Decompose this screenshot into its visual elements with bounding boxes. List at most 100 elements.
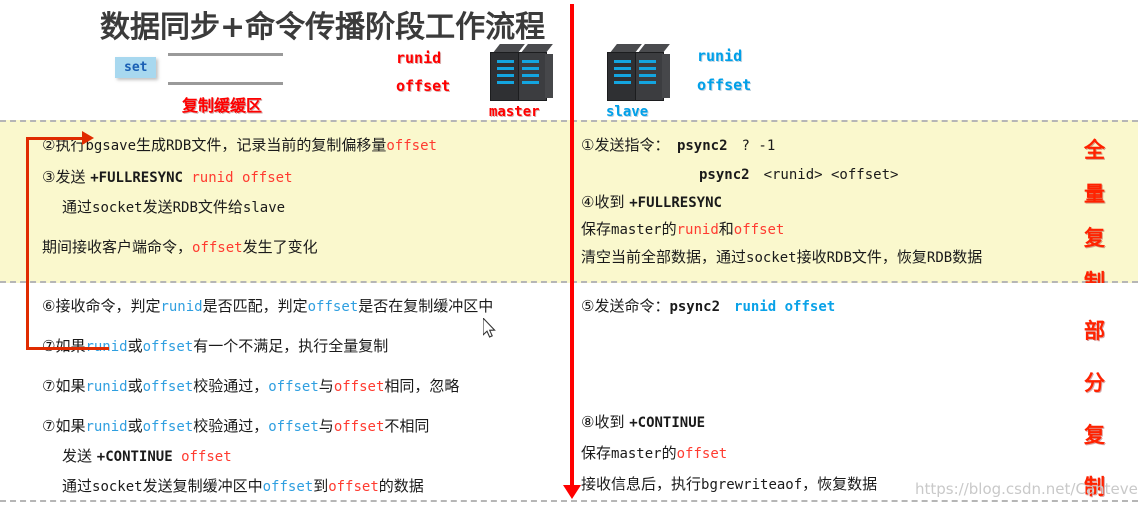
text-segment: 接收 — [796, 248, 827, 266]
text-segment: offset — [142, 379, 194, 395]
text-segment: runid — [85, 379, 128, 395]
set-command-badge: set — [115, 57, 157, 78]
text-segment: offset — [676, 446, 728, 462]
text-segment: socket — [92, 200, 143, 216]
diagram-canvas: 数据同步+命令传播阶段工作流程 set 复制缓缓区 master runid o… — [0, 0, 1138, 507]
text-segment: offset — [181, 449, 232, 465]
text-segment: 的 — [661, 220, 677, 238]
text-segment: socket — [92, 479, 143, 495]
text-segment: offset — [192, 240, 243, 256]
text-segment: ③发送 — [42, 168, 91, 186]
text-segment: 是否匹配，判定 — [202, 297, 308, 315]
text-segment: ⑦如果 — [42, 337, 86, 355]
full-replication-slave-column: ①发送指令： psync2 ? -1 psync2 <runid> <offse… — [569, 122, 1138, 281]
text-segment: offset — [307, 299, 359, 315]
text-segment: master — [611, 446, 662, 462]
text-segment: 校验通过， — [193, 417, 269, 435]
text-segment: 或 — [127, 377, 143, 395]
side-label-char: 复 — [1084, 226, 1105, 250]
text-segment: +CONTINUE — [96, 449, 182, 465]
text-segment: runid offset — [720, 299, 836, 315]
left-feedback-arrow-vertical — [26, 137, 29, 350]
master-runid-label: runid — [396, 49, 442, 67]
partial-right-line-3: 保存master的offset — [581, 444, 728, 462]
partial-left-line-5: 发送 +CONTINUE offset — [62, 449, 232, 465]
partial-replication-master-column: ⑥接收命令，判定runid是否匹配，判定offset是否在复制缓冲区中 ⑦如果r… — [0, 283, 569, 500]
partial-replication-side-label: 部 分 复 制 — [1084, 315, 1105, 501]
partial-replication-slave-column: ⑤发送命令：psync2 runid offset ⑧收到 +CONTINUE … — [569, 283, 1138, 500]
master-offset-label: offset — [396, 77, 451, 95]
side-label-char: 分 — [1084, 371, 1105, 395]
text-segment: <runid> <offset> — [749, 167, 899, 183]
text-segment: 接收信息后，执行 — [581, 475, 702, 493]
text-segment: 清空当前全部数据，通过 — [581, 248, 747, 266]
text-segment: 的数据 — [378, 477, 424, 495]
text-segment: offset — [268, 419, 319, 435]
text-segment: master — [611, 222, 662, 238]
text-segment: 发送复制缓冲区中 — [142, 477, 263, 495]
full-left-line-3: 通过socket发送RDB文件给slave — [62, 198, 285, 216]
text-segment: 通过 — [62, 198, 93, 216]
text-segment: 保存 — [581, 444, 612, 462]
left-feedback-arrow-top — [26, 137, 84, 140]
center-divider-arrow-head — [563, 485, 581, 499]
partial-right-line-4: 接收信息后，执行bgrewriteaof，恢复数据 — [581, 475, 878, 493]
text-segment: 校验通过， — [193, 377, 269, 395]
partial-replication-section: ⑥接收命令，判定runid是否匹配，判定offset是否在复制缓冲区中 ⑦如果r… — [0, 283, 1138, 502]
full-left-line-2: ③发送 +FULLRESYNC runid offset — [42, 168, 293, 186]
text-segment: ? -1 — [727, 138, 776, 154]
text-segment: offset — [386, 138, 437, 154]
text-segment: +FULLRESYNC — [90, 170, 192, 186]
replication-buffer-label: 复制缓缓区 — [182, 96, 263, 115]
slave-offset-label: offset — [697, 76, 752, 94]
text-segment: 的 — [661, 444, 677, 462]
partial-right-line-1: ⑤发送命令：psync2 runid offset — [581, 299, 836, 315]
text-segment: 发生了变化 — [242, 238, 318, 256]
text-segment: bgrewriteaof — [701, 477, 803, 493]
master-server-icon — [487, 42, 553, 108]
text-segment: RDB — [166, 138, 192, 154]
text-segment: runid — [160, 299, 203, 315]
text-segment: offset — [262, 479, 314, 495]
text-segment: ⑦如果 — [42, 417, 86, 435]
text-segment: 文件，恢复 — [851, 248, 927, 266]
page-title: 数据同步+命令传播阶段工作流程 — [100, 10, 546, 45]
text-segment: runid offset — [191, 170, 293, 186]
partial-left-line-3: ⑦如果runid或offset校验通过，offset与offset相同，忽略 — [42, 377, 460, 395]
text-segment: offset — [733, 222, 785, 238]
text-segment: 文件给 — [197, 198, 243, 216]
text-segment: 相同，忽略 — [384, 377, 460, 395]
text-segment: 生成 — [136, 136, 167, 154]
side-label-char: 复 — [1084, 423, 1105, 447]
text-segment: +FULLRESYNC — [629, 195, 722, 211]
text-segment: offset — [328, 479, 379, 495]
side-label-char: 全 — [1084, 138, 1105, 162]
text-segment: 文件，记录当前的复制偏移量 — [191, 136, 387, 154]
text-segment: 和 — [718, 220, 734, 238]
text-segment: runid — [85, 419, 128, 435]
text-segment: psync2 — [699, 167, 750, 183]
text-segment: runid — [676, 222, 719, 238]
left-feedback-arrow-bottom — [26, 347, 109, 350]
side-label-char: 部 — [1084, 319, 1105, 343]
text-segment: offset — [333, 419, 385, 435]
slave-label: slave — [606, 104, 649, 120]
full-right-line-3: ④收到 +FULLRESYNC — [581, 195, 722, 211]
full-right-line-2: psync2 <runid> <offset> — [699, 167, 898, 182]
text-segment: 期间接收客户端命令， — [42, 238, 193, 256]
left-feedback-arrow-head — [82, 131, 94, 145]
text-segment: 有一个不满足，执行全量复制 — [193, 337, 389, 355]
text-segment: 与 — [318, 417, 334, 435]
full-replication-side-label: 全 量 复 制 — [1084, 134, 1105, 296]
master-label: master — [489, 104, 540, 120]
center-divider-arrow-line — [570, 4, 574, 489]
text-segment: ⑦如果 — [42, 377, 86, 395]
text-segment: offset — [268, 379, 319, 395]
text-segment: 到 — [313, 477, 329, 495]
partial-left-line-6: 通过socket发送复制缓冲区中offset到offset的数据 — [62, 477, 424, 495]
text-segment: RDB — [826, 250, 852, 266]
text-segment: ①发送指令： — [581, 136, 677, 154]
text-segment: ，恢复数据 — [802, 475, 878, 493]
text-segment: 不相同 — [384, 417, 430, 435]
full-right-line-1: ①发送指令： psync2 ? -1 — [581, 136, 776, 154]
